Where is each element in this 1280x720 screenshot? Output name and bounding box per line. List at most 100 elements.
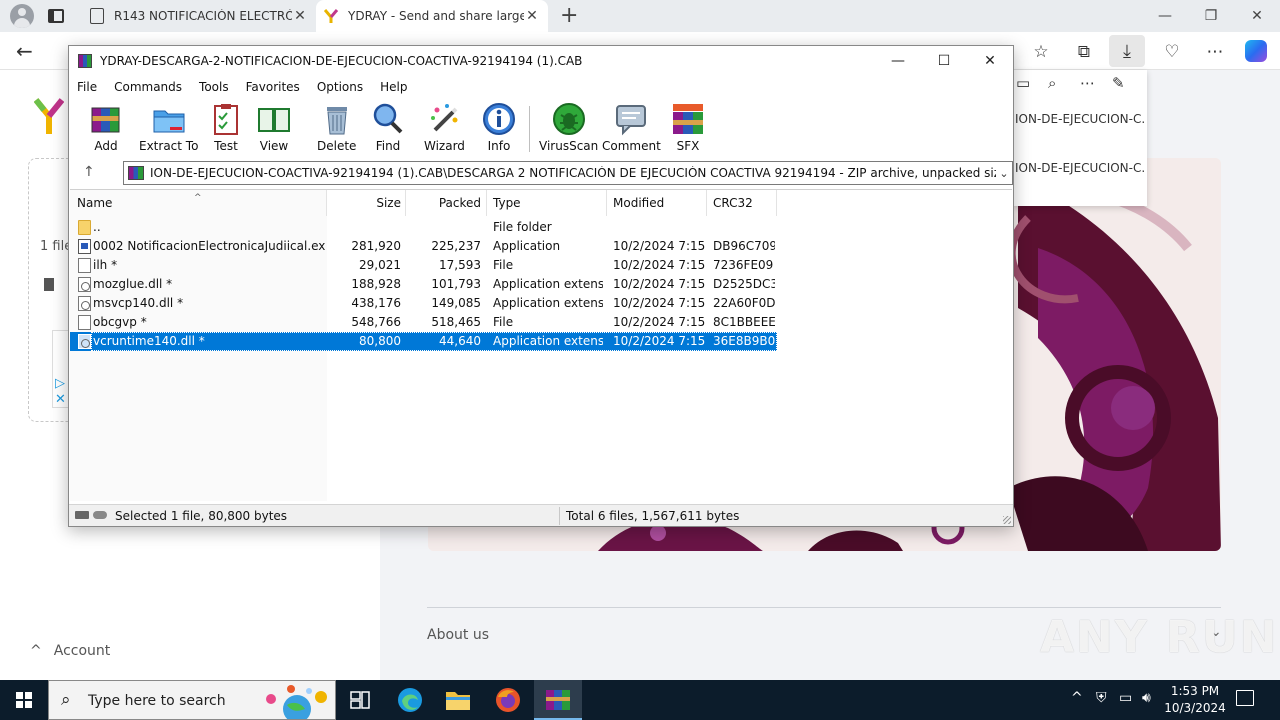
virusscan-button[interactable]: VirusScan [539,102,598,154]
browser-essentials-icon[interactable]: ♡ [1161,42,1183,62]
more-icon[interactable]: ⋯ [1080,74,1112,92]
tab-ydray[interactable]: YDRAY - Send and share large and ✕ [316,0,548,32]
maximize-icon[interactable]: ☐ [921,46,967,76]
test-button[interactable]: Test [209,102,243,154]
extract-to-button[interactable]: Extract To [139,102,198,154]
view-button[interactable]: View [257,102,291,154]
ad-info-icon[interactable]: ▷ [55,376,65,391]
volume-icon[interactable]: 🔊︎ [1142,690,1151,706]
wizard-button[interactable]: Wizard [424,102,465,154]
profile-avatar-icon[interactable] [10,4,34,28]
new-tab-icon[interactable]: + [560,0,578,32]
column-size[interactable]: Size [327,190,406,216]
taskbar-search[interactable]: ⌕ Type here to search [48,680,336,720]
cell-type: Application extens... [493,296,603,310]
cell-size: 438,176 [351,296,401,310]
cell-packed: 225,237 [431,239,481,253]
info-button[interactable]: Info [482,102,516,154]
winrar-app-icon [78,54,92,68]
close-window-icon[interactable]: ✕ [967,46,1013,76]
tab-notificacion[interactable]: R143 NOTIFICACIÓN ELECTRÓNICA ✕ [82,0,316,32]
clock[interactable]: 1:53 PM 10/3/2024 [1158,683,1232,717]
table-row[interactable]: mozglue.dll * 188,928 101,793 Application e… [70,275,777,294]
table-row[interactable]: vcruntime140.dll * 80,800 44,640 Applicatio… [70,332,777,351]
clock-date: 10/3/2024 [1164,701,1226,715]
menu-favorites[interactable]: Favorites [246,80,300,94]
account-toggle[interactable]: ^ Account [30,643,110,659]
taskbar-edge[interactable] [386,680,434,720]
cell-name: mozglue.dll * [93,277,173,291]
restore-icon[interactable]: ❐ [1188,0,1234,32]
close-window-icon[interactable]: ✕ [1234,0,1280,32]
comment-button[interactable]: Comment [602,102,661,154]
delete-button[interactable]: Delete [317,102,356,154]
menu-file[interactable]: File [77,80,97,94]
tab-actions-icon[interactable] [48,9,64,23]
watermark: ANY RUN [1040,612,1279,663]
menu-options[interactable]: Options [317,80,363,94]
minimize-icon[interactable]: — [875,46,921,76]
table-row[interactable]: ilh * 29,021 17,593 File 10/2/2024 7:15 ... 7… [70,256,777,275]
resize-grip-icon[interactable] [1003,516,1011,524]
column-packed[interactable]: Packed [406,190,487,216]
up-folder-icon[interactable]: ↑ [83,164,95,180]
copilot-icon[interactable] [1245,40,1267,62]
about-us-link[interactable]: About us [427,627,489,643]
security-icon[interactable]: ⛨ [1096,690,1107,706]
table-row[interactable]: .. File folder [70,218,777,237]
more-options-icon[interactable]: ⋯ [1204,42,1226,62]
column-type[interactable]: Type [487,190,607,216]
collections-icon[interactable]: ⧉ [1073,42,1095,62]
footer-divider [427,607,1221,608]
virus-scan-icon [552,103,585,135]
cell-crc: 7236FE09 [713,258,774,272]
open-folder-icon[interactable]: ▭ [1016,74,1048,92]
downloads-icon[interactable]: ⤓ [1109,35,1145,67]
column-name[interactable]: Name ^ [70,190,327,216]
cell-modified: 10/2/2024 7:15 ... [613,258,705,272]
close-tab-icon[interactable]: ✕ [524,8,540,24]
cell-modified: 10/2/2024 7:15 ... [613,315,705,329]
cell-size: 29,021 [359,258,401,272]
taskbar-winrar[interactable] [534,680,582,720]
column-modified[interactable]: Modified [607,190,707,216]
close-tab-icon[interactable]: ✕ [292,8,308,24]
pin-icon[interactable]: ✎ [1112,74,1144,92]
menu-commands[interactable]: Commands [114,80,182,94]
table-row[interactable]: obcgvp * 548,766 518,465 File 10/2/2024 7:15… [70,313,777,332]
path-dropdown[interactable]: ION-DE-EJECUCION-COACTIVA-92194194 (1).C… [123,161,1013,185]
taskbar-firefox[interactable] [484,680,532,720]
chevron-down-icon[interactable]: ⌄ [996,167,1012,180]
cell-name: .. [93,220,101,234]
cell-type: File [493,258,514,272]
search-icon[interactable]: ⌕ [1048,74,1080,92]
network-icon[interactable]: ▭ [1119,690,1132,706]
sfx-button[interactable]: SFX [671,102,705,154]
favorites-star-icon[interactable]: ☆ [1030,42,1052,62]
start-button[interactable] [0,680,48,720]
table-row[interactable]: 0002 NotificacionElectronicaJudiical.exe… [70,237,777,256]
winrar-icon [546,690,570,710]
column-crc32[interactable]: CRC32 [707,190,777,216]
find-label: Find [375,139,401,153]
table-row[interactable]: msvcp140.dll * 438,176 149,085 Application … [70,294,777,313]
download-item[interactable]: ION-DE-EJECUCION-C... [1015,112,1145,126]
ad-close-icon[interactable]: ✕ [55,392,66,407]
focus-outline [91,332,777,351]
back-arrow-icon[interactable]: ← [16,39,33,63]
tab-title: R143 NOTIFICACIÓN ELECTRÓNICA [114,9,292,23]
chevron-up-icon[interactable]: ^ [1071,690,1083,706]
cell-type: File folder [493,220,552,234]
notifications-icon[interactable] [1236,690,1254,706]
download-item[interactable]: ION-DE-EJECUCION-C... [1015,161,1145,175]
winrar-title-bar[interactable]: YDRAY-DESCARGA-2-NOTIFICACION-DE-EJECUCI… [69,46,1013,76]
task-view-button[interactable] [336,680,384,720]
cell-packed: 101,793 [431,277,481,291]
minimize-icon[interactable]: — [1142,0,1188,32]
add-button[interactable]: Add [89,102,123,154]
taskbar-file-explorer[interactable] [434,680,482,720]
find-button[interactable]: Find [371,102,405,154]
cell-name: msvcp140.dll * [93,296,184,310]
menu-help[interactable]: Help [380,80,407,94]
menu-tools[interactable]: Tools [199,80,229,94]
